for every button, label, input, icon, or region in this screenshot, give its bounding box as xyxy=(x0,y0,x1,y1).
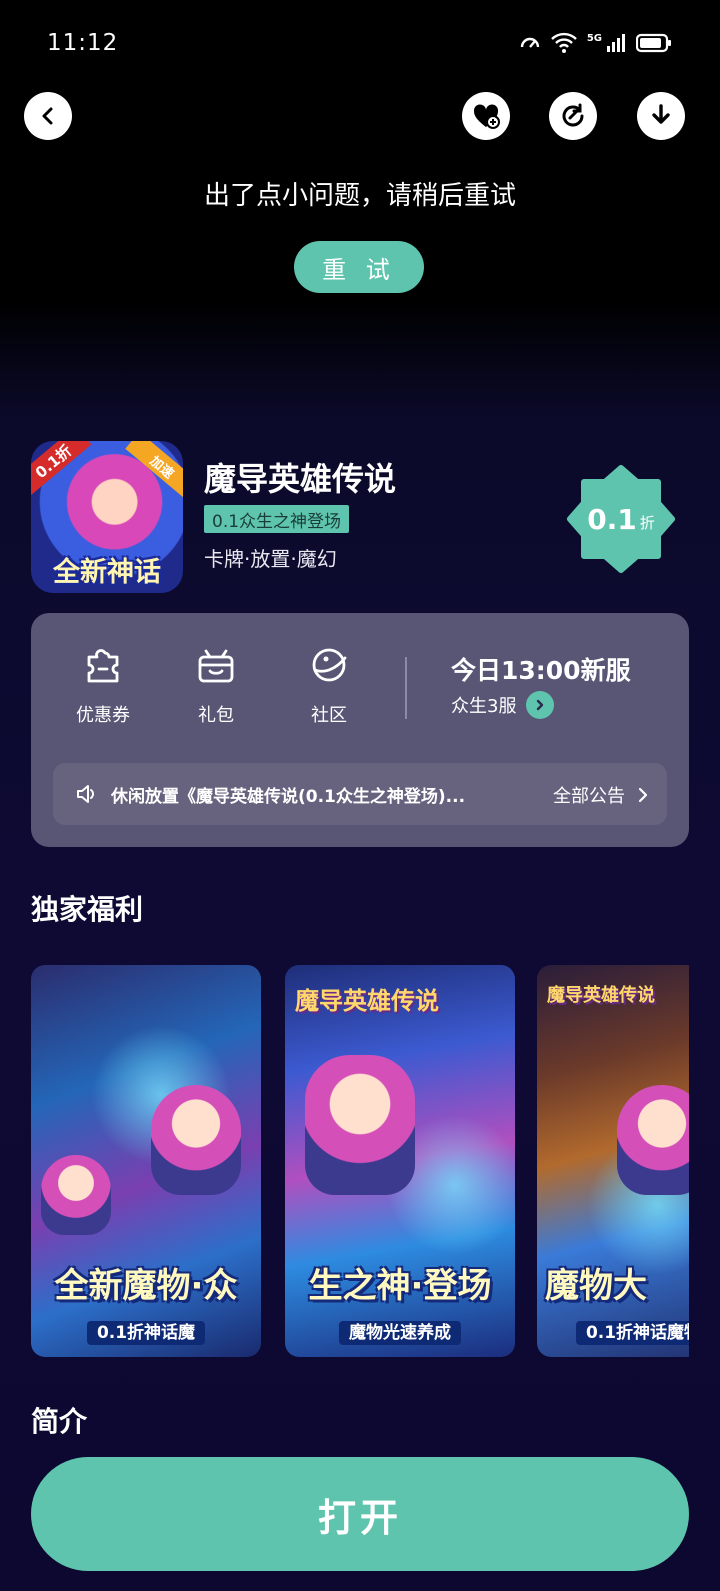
icon-discount-ribbon: 0.1折 xyxy=(31,441,92,496)
card-art-creature xyxy=(41,1155,111,1235)
status-icons: 5G xyxy=(519,32,672,54)
notice-bar[interactable]: 休闲放置《魔导英雄传说(0.1众生之神登场)... 全部公告 xyxy=(53,763,667,825)
game-tag: 0.1众生之神登场 xyxy=(204,505,350,533)
cellular-signal-icon xyxy=(607,34,625,52)
game-title: 魔导英雄传说 xyxy=(204,460,397,498)
welfare-card-caption: 全新魔物·众 xyxy=(54,1266,238,1306)
server-name: 众生3服 xyxy=(451,696,517,717)
quick-item-coupon[interactable]: 优惠券 xyxy=(53,643,153,727)
welfare-card-subtitle: 0.1折神话魔物光 xyxy=(537,1318,689,1345)
status-time: 11:12 xyxy=(47,30,119,56)
card-divider xyxy=(405,657,407,719)
server-arrow-button[interactable] xyxy=(526,691,555,719)
battery-icon xyxy=(636,33,671,53)
welfare-card-caption: 魔物大 xyxy=(545,1266,647,1306)
welfare-card-subtitle: 0.1折神话魔 xyxy=(31,1318,261,1345)
game-genres: 卡牌·放置·魔幻 xyxy=(204,547,337,571)
welfare-carousel[interactable]: 全新魔物·众 0.1折神话魔 魔导英雄传说 生之神·登场 魔物光速养成 魔导英雄… xyxy=(31,965,689,1357)
info-card: 优惠券 礼包 社区 今日13:00新服 众生3服 休闲放置《魔导英雄传说(0.1… xyxy=(31,613,689,847)
welfare-card[interactable]: 全新魔物·众 0.1折神话魔 xyxy=(31,965,261,1357)
refresh-icon xyxy=(562,103,584,127)
quick-item-label: 优惠券 xyxy=(76,705,130,726)
welfare-card[interactable]: 魔导英雄传说 生之神·登场 魔物光速养成 xyxy=(285,965,515,1357)
status-bar: 11:12 5G xyxy=(0,0,720,90)
quick-item-label: 礼包 xyxy=(198,705,234,726)
intro-section-title: 简介 xyxy=(31,1405,88,1438)
welfare-card[interactable]: 魔导英雄传说 魔物大 0.1折神话魔物光 xyxy=(537,965,689,1357)
card-art-character xyxy=(305,1055,415,1195)
all-notices-label: 全部公告 xyxy=(553,786,625,807)
download-icon xyxy=(652,104,670,124)
error-message: 出了点小问题，请稍后重试 xyxy=(203,181,516,211)
download-button[interactable] xyxy=(637,92,685,140)
discount-label: 0.1 折 xyxy=(566,464,676,574)
icon-banner: 全新神话 xyxy=(53,557,161,588)
quick-item-community[interactable]: 社区 xyxy=(279,643,379,727)
notice-text: 休闲放置《魔导英雄传说(0.1众生之神登场)... xyxy=(111,787,466,807)
discount-value: 0.1 xyxy=(587,502,637,536)
back-button[interactable] xyxy=(24,92,72,140)
favorite-button[interactable] xyxy=(462,92,510,140)
welfare-card-logo: 魔导英雄传说 xyxy=(295,987,439,1015)
planet-icon xyxy=(312,648,347,682)
welfare-card-logo: 魔导英雄传说 xyxy=(547,985,655,1006)
retry-button[interactable]: 重 试 xyxy=(294,241,424,293)
refresh-button[interactable] xyxy=(549,92,597,140)
network-label: 5G xyxy=(586,32,602,44)
back-arrow-icon xyxy=(42,107,53,125)
open-button[interactable]: 打开 xyxy=(31,1457,689,1571)
all-notices-link[interactable]: 全部公告 xyxy=(553,782,649,808)
chevron-right-icon xyxy=(537,699,544,711)
welfare-card-caption: 生之神·登场 xyxy=(308,1266,492,1306)
card-art-character xyxy=(617,1085,689,1195)
welfare-card-subtitle: 魔物光速养成 xyxy=(285,1318,515,1345)
icon-accelerate-ribbon: 加速 xyxy=(125,441,183,501)
discount-unit: 折 xyxy=(639,513,655,532)
speed-icon xyxy=(520,37,540,48)
coupon-icon xyxy=(87,649,119,683)
server-name-row[interactable]: 众生3服 xyxy=(451,691,555,719)
card-art-character xyxy=(151,1085,241,1195)
wifi-icon xyxy=(550,32,577,53)
chevron-right-icon xyxy=(638,787,648,803)
favorite-add-icon xyxy=(473,104,500,129)
server-time[interactable]: 今日13:00新服 xyxy=(451,651,631,687)
gift-icon xyxy=(198,649,234,683)
speaker-icon xyxy=(77,785,94,803)
welfare-section-title: 独家福利 xyxy=(31,893,144,926)
quick-item-gift[interactable]: 礼包 xyxy=(166,643,266,727)
quick-item-label: 社区 xyxy=(311,705,347,726)
game-icon: 0.1折 加速 全新神话 xyxy=(31,441,183,593)
